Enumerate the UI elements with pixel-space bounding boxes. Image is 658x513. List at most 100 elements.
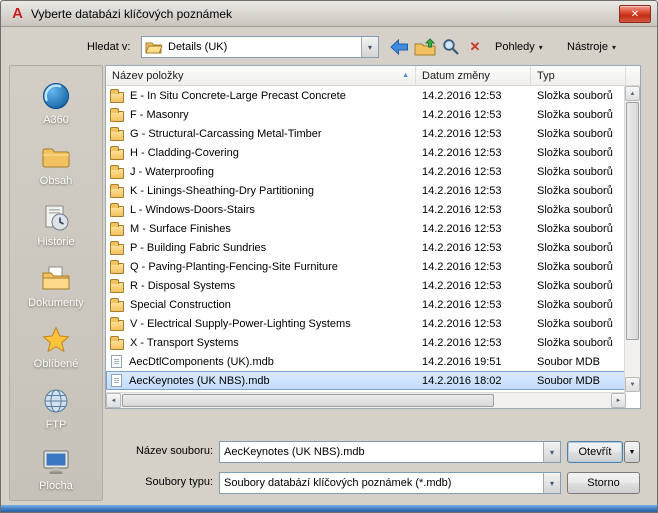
table-row[interactable]: H - Cladding-Covering 14.2.2016 12:53 Sl… — [106, 143, 626, 162]
sidebar-item-label: Plocha — [39, 479, 73, 492]
row-name-cell: E - In Situ Concrete-Large Precast Concr… — [106, 88, 416, 103]
horizontal-scrollbar[interactable]: ◄ ► — [106, 392, 626, 408]
file-date: 14.2.2016 12:53 — [422, 222, 502, 235]
sidebar-item-documents[interactable]: Dokumenty — [10, 255, 102, 316]
file-date: 14.2.2016 12:53 — [422, 336, 502, 349]
scroll-left-icon: ◄ — [110, 397, 117, 404]
row-name-cell: AecDtlComponents (UK).mdb — [106, 355, 416, 368]
file-date: 14.2.2016 12:53 — [422, 108, 502, 121]
sidebar-item-content[interactable]: Obsah — [10, 133, 102, 194]
folder-icon — [110, 107, 124, 122]
cancel-button[interactable]: Storno — [567, 472, 640, 494]
file-icon — [111, 355, 122, 368]
file-date: 14.2.2016 12:53 — [422, 241, 502, 254]
file-type: Složka souborů — [537, 184, 613, 197]
file-type-combobox[interactable]: Soubory databází klíčových poznámek (*.m… — [219, 472, 561, 494]
a360-icon — [41, 80, 71, 112]
table-row[interactable]: Q - Paving-Planting-Fencing-Site Furnitu… — [106, 257, 626, 276]
sidebar-item-label: FTP — [45, 418, 67, 431]
cancel-button-label: Storno — [587, 477, 620, 489]
file-list-header: Název položky ▲ Datum změny Typ — [106, 66, 640, 86]
file-name: H - Cladding-Covering — [130, 146, 239, 159]
search-button[interactable] — [439, 36, 463, 58]
file-date: 14.2.2016 12:53 — [422, 298, 502, 311]
table-row[interactable]: R - Disposal Systems 14.2.2016 12:53 Slo… — [106, 276, 626, 295]
current-location: Details (UK) — [168, 41, 228, 53]
views-menu-button[interactable]: Pohledy ▾ — [491, 36, 547, 58]
file-name: AecKeynotes (UK NBS).mdb — [129, 374, 270, 387]
sidebar-item-ftp[interactable]: FTP — [10, 377, 102, 438]
location-dropdown-button[interactable]: ▾ — [361, 37, 378, 57]
table-row[interactable]: AecKeynotes (UK NBS).mdb 14.2.2016 18:02… — [106, 371, 626, 390]
sidebar-item-desktop[interactable]: Plocha — [10, 438, 102, 499]
column-header-filler — [626, 66, 640, 85]
file-name-dropdown-button[interactable]: ▾ — [543, 442, 560, 462]
table-row[interactable]: J - Waterproofing 14.2.2016 12:53 Složka… — [106, 162, 626, 181]
row-name-cell: V - Electrical Supply-Power-Lighting Sys… — [106, 316, 416, 331]
scroll-up-button[interactable]: ▲ — [625, 86, 640, 101]
file-name-combobox[interactable]: ▾ — [219, 441, 561, 463]
places-sidebar: A360 Obsah Historie Dokumenty Oblíbené F… — [9, 65, 103, 501]
file-type: Složka souborů — [537, 165, 613, 178]
folder-icon — [110, 278, 124, 293]
look-in-label: Hledat v: — [87, 41, 131, 53]
sidebar-item-favorites[interactable]: Oblíbené — [10, 316, 102, 377]
table-row[interactable]: K - Linings-Sheathing-Dry Partitioning 1… — [106, 181, 626, 200]
close-button[interactable]: ✕ — [619, 5, 651, 23]
table-row[interactable]: M - Surface Finishes 14.2.2016 12:53 Slo… — [106, 219, 626, 238]
column-header-type[interactable]: Typ — [531, 66, 626, 85]
file-name: X - Transport Systems — [130, 336, 239, 349]
folder-icon — [110, 164, 124, 179]
sidebar-item-label: Oblíbené — [33, 357, 79, 370]
scroll-right-button[interactable]: ► — [611, 393, 626, 408]
file-name: Q - Paving-Planting-Fencing-Site Furnitu… — [130, 260, 338, 273]
table-row[interactable]: AecDtlComponents (UK).mdb 14.2.2016 19:5… — [106, 352, 626, 371]
sidebar-item-a360[interactable]: A360 — [10, 72, 102, 133]
folder-icon — [110, 316, 124, 331]
table-row[interactable]: F - Masonry 14.2.2016 12:53 Složka soubo… — [106, 105, 626, 124]
folder-icon — [110, 335, 124, 350]
column-header-name[interactable]: Název položky ▲ — [106, 66, 416, 85]
open-button[interactable]: Otevřít — [567, 441, 623, 463]
file-name-input[interactable] — [220, 446, 543, 458]
vertical-scroll-thumb[interactable] — [626, 102, 639, 340]
table-row[interactable]: L - Windows-Doors-Stairs 14.2.2016 12:53… — [106, 200, 626, 219]
column-header-label: Typ — [537, 69, 555, 82]
search-icon — [442, 38, 460, 56]
sidebar-item-history[interactable]: Historie — [10, 194, 102, 255]
table-row[interactable]: V - Electrical Supply-Power-Lighting Sys… — [106, 314, 626, 333]
delete-x-icon: ✕ — [469, 39, 481, 54]
open-options-button[interactable]: ▼ — [624, 441, 640, 463]
select-keynote-database-dialog: A Vyberte databázi klíčových poznámek ✕ … — [0, 0, 658, 513]
table-row[interactable]: G - Structural-Carcassing Metal-Timber 1… — [106, 124, 626, 143]
sidebar-item-label: Obsah — [39, 174, 73, 187]
location-combobox[interactable]: Details (UK) ▾ — [141, 36, 379, 58]
tools-menu-label: Nástroje — [567, 41, 608, 53]
delete-button[interactable]: ✕ — [465, 36, 485, 58]
table-row[interactable]: Special Construction 14.2.2016 12:53 Slo… — [106, 295, 626, 314]
desktop-monitor-icon — [41, 446, 71, 478]
history-icon — [41, 202, 71, 234]
file-type-value: Soubory databází klíčových poznámek (*.m… — [224, 477, 452, 489]
up-one-level-button[interactable] — [413, 36, 437, 58]
column-header-date[interactable]: Datum změny — [416, 66, 531, 85]
row-name-cell: M - Surface Finishes — [106, 221, 416, 236]
scroll-up-icon: ▲ — [629, 90, 636, 97]
folder-icon — [110, 88, 124, 103]
file-type-dropdown-button[interactable]: ▾ — [543, 473, 560, 493]
file-date: 14.2.2016 12:53 — [422, 260, 502, 273]
table-row[interactable]: P - Building Fabric Sundries 14.2.2016 1… — [106, 238, 626, 257]
scroll-down-button[interactable]: ▼ — [625, 377, 640, 392]
table-row[interactable]: E - In Situ Concrete-Large Precast Concr… — [106, 86, 626, 105]
back-button[interactable] — [387, 36, 411, 58]
tools-menu-button[interactable]: Nástroje ▾ — [563, 36, 620, 58]
table-row[interactable]: X - Transport Systems 14.2.2016 12:53 Sl… — [106, 333, 626, 352]
chevron-down-icon: ▼ — [628, 448, 636, 456]
horizontal-scroll-thumb[interactable] — [122, 394, 494, 407]
file-type: Složka souborů — [537, 336, 613, 349]
file-date: 14.2.2016 12:53 — [422, 184, 502, 197]
file-date: 14.2.2016 12:53 — [422, 146, 502, 159]
file-name: M - Surface Finishes — [130, 222, 231, 235]
scroll-left-button[interactable]: ◄ — [106, 393, 121, 408]
vertical-scrollbar[interactable]: ▲ ▼ — [624, 86, 640, 392]
